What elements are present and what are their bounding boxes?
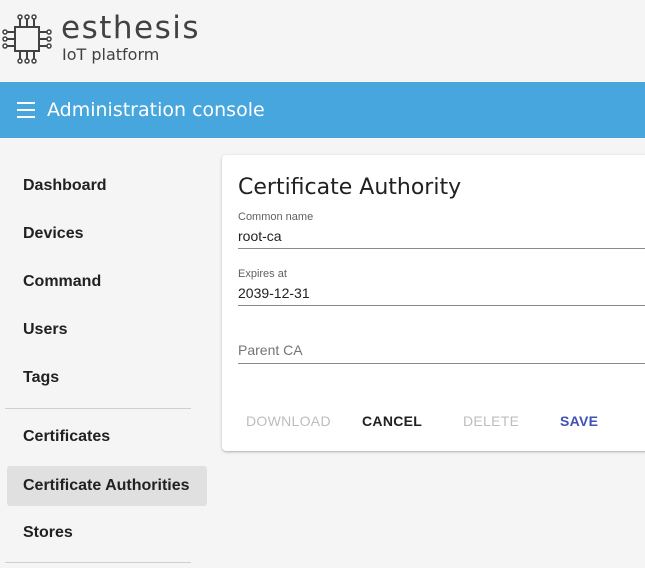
common-name-input[interactable]: root-ca	[238, 228, 645, 248]
sidebar-divider	[5, 562, 191, 563]
sidebar-item-tags[interactable]: Tags	[7, 358, 207, 398]
sidebar-item-dashboard[interactable]: Dashboard	[7, 166, 207, 206]
parent-ca-field[interactable]: Parent CA	[238, 342, 645, 364]
sidebar-divider	[5, 408, 191, 409]
card-title: Certificate Authority	[238, 175, 462, 200]
expires-at-input[interactable]: 2039-12-31	[238, 285, 645, 305]
delete-button[interactable]: DELETE	[463, 413, 519, 429]
brand-name: esthesis	[61, 10, 201, 46]
cancel-button[interactable]: CANCEL	[362, 413, 422, 429]
certificate-authority-card: Certificate Authority Common name root-c…	[222, 155, 645, 451]
parent-ca-select[interactable]: Parent CA	[238, 342, 645, 363]
expires-at-label: Expires at	[238, 268, 287, 280]
brand-subtitle: IoT platform	[62, 45, 160, 64]
download-button[interactable]: DOWNLOAD	[246, 413, 331, 429]
sidebar-nav: Dashboard Devices Command Users Tags Cer…	[0, 138, 215, 568]
common-name-label: Common name	[238, 211, 314, 223]
sidebar-item-certificate-authorities[interactable]: Certificate Authorities	[7, 466, 207, 506]
sidebar-item-users[interactable]: Users	[7, 310, 207, 350]
sidebar-item-command[interactable]: Command	[7, 262, 207, 302]
hamburger-menu-icon[interactable]	[17, 102, 37, 118]
save-button[interactable]: SAVE	[560, 413, 598, 429]
circuit-chip-icon	[2, 14, 52, 64]
toolbar-title: Administration console	[47, 99, 265, 121]
expires-at-field[interactable]: Expires at 2039-12-31	[238, 268, 645, 306]
sidebar-item-certificates[interactable]: Certificates	[7, 417, 207, 457]
app-brand: esthesis IoT platform	[0, 0, 645, 82]
sidebar-item-stores[interactable]: Stores	[7, 513, 207, 553]
top-toolbar: Administration console	[0, 82, 645, 138]
common-name-field[interactable]: Common name root-ca	[238, 211, 645, 249]
sidebar-item-devices[interactable]: Devices	[7, 214, 207, 254]
